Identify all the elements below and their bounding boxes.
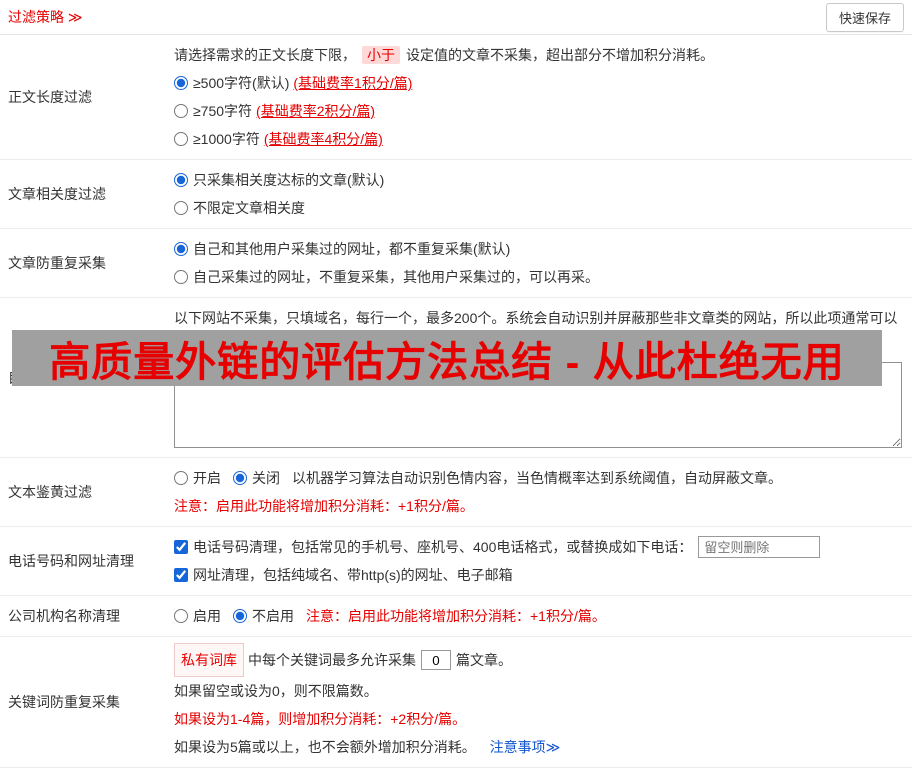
dedup-all-users-option[interactable]: 自己和其他用户采集过的网址，都不重复采集(默认) <box>174 235 892 263</box>
row-relevance-filter: 文章相关度过滤 只采集相关度达标的文章(默认) 不限定文章相关度 <box>0 160 912 229</box>
option-label: ≥1000字符 <box>193 131 260 147</box>
row-label-body-length: 正文长度过滤 <box>8 89 92 105</box>
option-label: 自己采集过的网址，不重复采集，其他用户采集过的，可以再采。 <box>193 269 599 285</box>
option-label: 电话号码清理，包括常见的手机号、座机号、400电话格式，或替换成如下电话： <box>193 539 693 555</box>
keyword-count-input[interactable] <box>421 650 451 670</box>
fee-note: (基础费率1积分/篇) <box>293 75 413 91</box>
row-label-porn-filter: 文本鉴黄过滤 <box>8 484 92 500</box>
dedup-self-only-option[interactable]: 自己采集过的网址，不重复采集，其他用户采集过的，可以再采。 <box>174 263 892 291</box>
phone-clean-checkbox[interactable] <box>174 540 188 554</box>
row-label-relevance: 文章相关度过滤 <box>8 186 106 202</box>
replacement-phone-input[interactable] <box>698 536 821 558</box>
page-title[interactable]: 过滤策略 ≫ <box>8 7 83 27</box>
notes-link[interactable]: 注意事项≫ <box>490 739 561 755</box>
option-label: 关闭 <box>252 470 280 486</box>
option-label: 网址清理，包括纯域名、带http(s)的网址、电子邮箱 <box>193 567 513 583</box>
row-company-name-clean: 公司机构名称清理 启用 不启用 注意：启用此功能将增加积分消耗：+1积分/篇。 <box>0 596 912 637</box>
length-500-radio[interactable] <box>174 76 188 90</box>
keyword-rule-five-text: 如果设为5篇或以上，也不会额外增加积分消耗。 <box>174 739 476 755</box>
url-clean-option[interactable]: 网址清理，包括纯域名、带http(s)的网址、电子邮箱 <box>174 561 892 589</box>
option-label: ≥500字符(默认) <box>193 75 290 91</box>
url-clean-checkbox[interactable] <box>174 568 188 582</box>
overlay-banner: 高质量外链的评估方法总结 - 从此杜绝无用 <box>12 330 882 386</box>
porn-off-radio[interactable] <box>233 471 247 485</box>
row-porn-filter: 文本鉴黄过滤 开启 关闭 以机器学习算法自动识别色情内容，当色情概率达到系统阈值… <box>0 458 912 527</box>
option-label: 自己和其他用户采集过的网址，都不重复采集(默认) <box>193 241 511 257</box>
topbar: 过滤策略 ≫ 快速保存 <box>0 0 912 35</box>
row-label-dedup: 文章防重复采集 <box>8 255 106 271</box>
option-label: 启用 <box>193 608 221 624</box>
company-clean-cost-note: 注意：启用此功能将增加积分消耗：+1积分/篇。 <box>306 608 606 624</box>
less-than-highlight: 小于 <box>362 46 400 64</box>
row-dedup-collection: 文章防重复采集 自己和其他用户采集过的网址，都不重复采集(默认) 自己采集过的网… <box>0 229 912 298</box>
porn-filter-description: 以机器学习算法自动识别色情内容，当色情概率达到系统阈值，自动屏蔽文章。 <box>292 470 782 486</box>
row-label-phone-clean: 电话号码和网址清理 <box>8 553 134 569</box>
keyword-rule-five: 如果设为5篇或以上，也不会额外增加积分消耗。 注意事项≫ <box>174 733 904 761</box>
row-keyword-dedup: 关键词防重复采集 私有词库 中每个关键词最多允许采集 篇文章。 如果留空或设为0… <box>0 637 912 768</box>
dedup-self-only-radio[interactable] <box>174 270 188 284</box>
dedup-all-users-radio[interactable] <box>174 242 188 256</box>
fee-note: (基础费率2积分/篇) <box>256 103 376 119</box>
row-body-length-filter: 正文长度过滤 请选择需求的正文长度下限， 小于 设定值的文章不采集，超出部分不增加积… <box>0 35 912 160</box>
length-1000-radio[interactable] <box>174 132 188 146</box>
phone-clean-option[interactable]: 电话号码清理，包括常见的手机号、座机号、400电话格式，或替换成如下电话： <box>174 533 692 561</box>
option-label: 只采集相关度达标的文章(默认) <box>193 172 385 188</box>
relevance-strict-radio[interactable] <box>174 173 188 187</box>
company-clean-on-option[interactable]: 启用 <box>174 602 221 630</box>
option-label: ≥750字符 <box>193 103 253 119</box>
row-phone-url-clean: 电话号码和网址清理 电话号码清理，包括常见的手机号、座机号、400电话格式，或替… <box>0 527 912 596</box>
intro-text-post: 设定值的文章不采集，超出部分不增加积分消耗。 <box>406 47 714 63</box>
length-500-option[interactable]: ≥500字符(默认) (基础费率1积分/篇) <box>174 69 892 97</box>
length-750-radio[interactable] <box>174 104 188 118</box>
length-1000-option[interactable]: ≥1000字符 (基础费率4积分/篇) <box>174 125 892 153</box>
body-length-intro: 请选择需求的正文长度下限， 小于 设定值的文章不采集，超出部分不增加积分消耗。 <box>174 41 904 69</box>
keyword-limit-text: 中每个关键词最多允许采集 <box>248 652 416 668</box>
private-lexicon-tag: 私有词库 <box>174 643 244 677</box>
keyword-limit-text-end: 篇文章。 <box>456 652 512 668</box>
porn-on-option[interactable]: 开启 <box>174 464 221 492</box>
fee-note: (基础费率4积分/篇) <box>263 131 383 147</box>
row-label-company-clean: 公司机构名称清理 <box>8 608 120 624</box>
option-label: 开启 <box>193 470 221 486</box>
relevance-any-option[interactable]: 不限定文章相关度 <box>174 194 892 222</box>
row-label-keyword-dedup: 关键词防重复采集 <box>8 694 120 710</box>
porn-on-radio[interactable] <box>174 471 188 485</box>
keyword-rule-cost: 如果设为1-4篇，则增加积分消耗：+2积分/篇。 <box>174 711 467 727</box>
length-750-option[interactable]: ≥750字符 (基础费率2积分/篇) <box>174 97 892 125</box>
overlay-banner-text: 高质量外链的评估方法总结 - 从此杜绝无用 <box>49 339 845 385</box>
company-clean-off-option[interactable]: 不启用 <box>233 602 294 630</box>
intro-text-pre: 请选择需求的正文长度下限， <box>174 47 356 63</box>
quick-save-button[interactable]: 快速保存 <box>825 2 904 32</box>
option-label: 不启用 <box>252 608 294 624</box>
keyword-rule-zero: 如果留空或设为0，则不限篇数。 <box>174 683 378 699</box>
porn-filter-cost-note: 注意：启用此功能将增加积分消耗：+1积分/篇。 <box>174 498 474 514</box>
option-label: 不限定文章相关度 <box>193 200 305 216</box>
company-clean-on-radio[interactable] <box>174 609 188 623</box>
relevance-any-radio[interactable] <box>174 201 188 215</box>
company-clean-off-radio[interactable] <box>233 609 247 623</box>
porn-off-option[interactable]: 关闭 <box>233 464 280 492</box>
relevance-strict-option[interactable]: 只采集相关度达标的文章(默认) <box>174 166 892 194</box>
